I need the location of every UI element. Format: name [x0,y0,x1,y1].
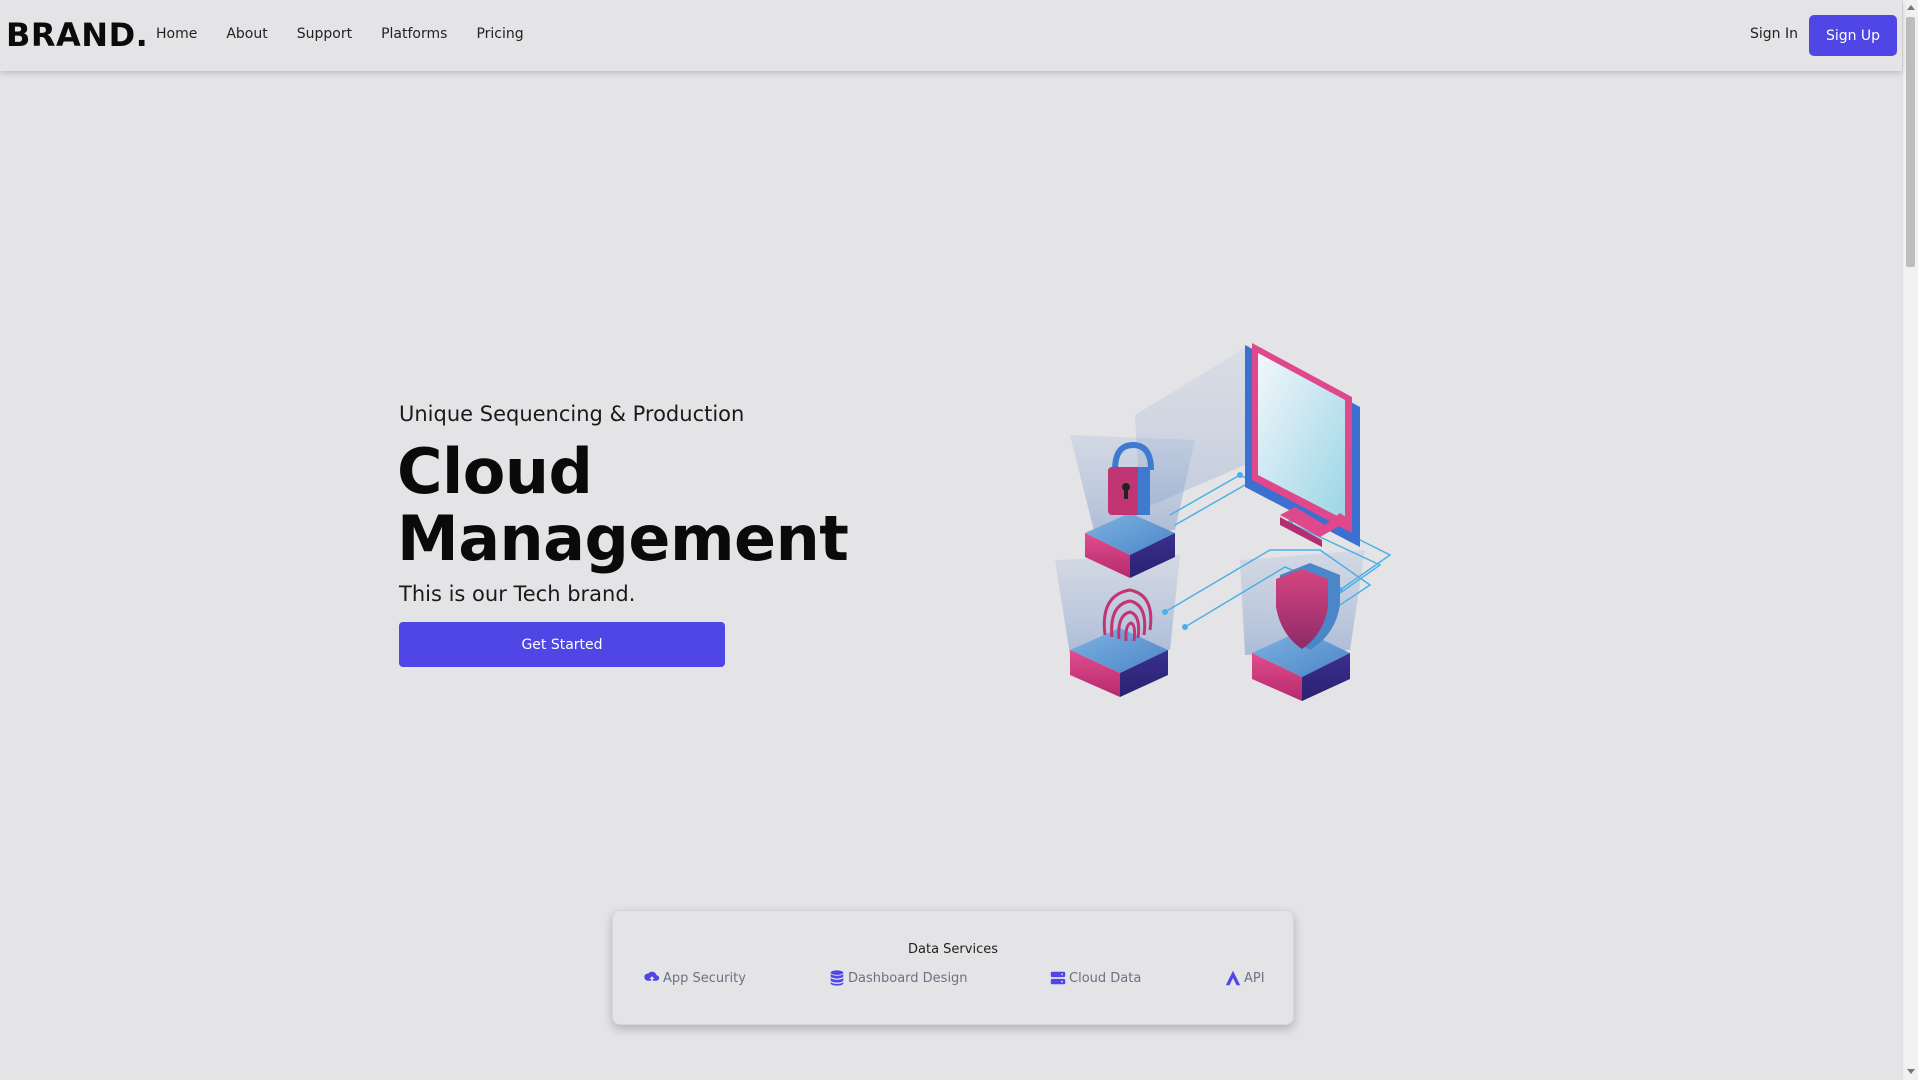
hero-kicker: Unique Sequencing & Production [399,402,745,426]
get-started-button[interactable]: Get Started [399,622,725,667]
service-label: Cloud Data [1069,970,1142,986]
hero-illustration [1055,343,1392,701]
service-label: API [1244,970,1265,986]
nav-link-platforms[interactable]: Platforms [381,26,447,42]
sign-in-link[interactable]: Sign In [1750,26,1798,42]
nav-link-home[interactable]: Home [156,26,197,42]
vertical-scrollbar[interactable] [1902,0,1918,1080]
service-api[interactable]: API [1224,969,1265,987]
service-cloud-data[interactable]: Cloud Data [1049,969,1141,987]
server-icon [1050,971,1066,985]
cloud-upload-icon [644,971,660,985]
sign-up-button[interactable]: Sign Up [1809,15,1897,56]
service-dashboard-design[interactable]: Dashboard Design [828,969,968,987]
hero-title-line1: Cloud [397,435,593,508]
service-app-security[interactable]: App Security [643,969,746,987]
services-heading: Data Services [908,942,998,957]
hero-tagline: This is our Tech brand. [399,582,636,606]
service-label: App Security [663,970,746,986]
nav-link-pricing[interactable]: Pricing [476,26,523,42]
page: BRAND. Home About Support Platforms Pric… [0,0,1918,1080]
hero-title-line2: Management [397,502,849,575]
hero-title: Cloud Management [397,435,849,575]
services-card: Data Services App Security Dashboard Des… [612,910,1294,1025]
light-beam [1135,345,1250,510]
scroll-thumb[interactable] [1906,17,1915,267]
nav-link-support[interactable]: Support [297,26,352,42]
nav-link-about[interactable]: About [226,26,267,42]
scroll-up-arrow-icon[interactable] [1907,5,1915,10]
nav-links: Home About Support Platforms Pricing [156,26,524,42]
monitor-icon [1245,343,1360,547]
navbar: BRAND. Home About Support Platforms Pric… [0,0,1902,71]
database-icon [830,970,844,986]
scroll-down-arrow-icon[interactable] [1907,1069,1915,1074]
service-label: Dashboard Design [848,970,968,986]
brand-logo[interactable]: BRAND. [6,16,148,54]
api-icon [1225,970,1241,986]
